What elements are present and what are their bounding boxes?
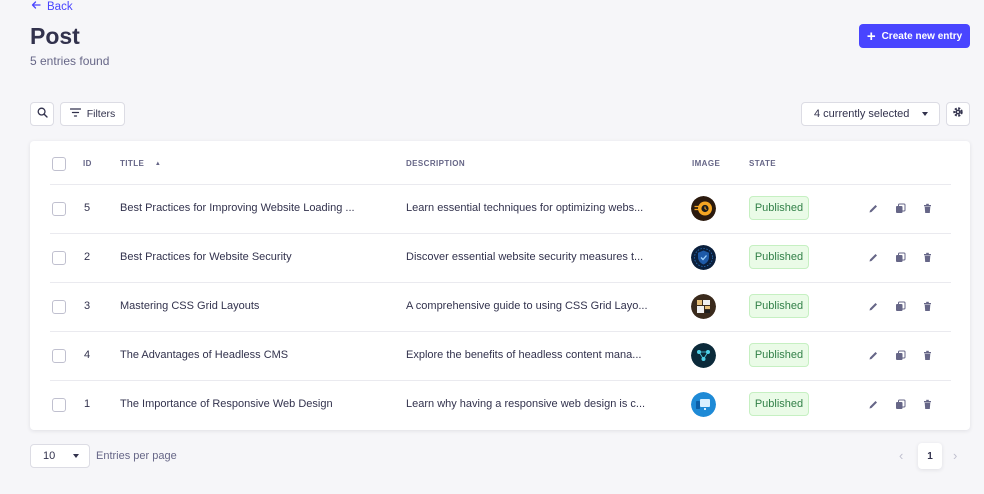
duplicate-icon[interactable] [893,250,907,264]
edit-icon[interactable] [866,397,880,411]
devices-icon [691,392,716,417]
row-title: The Advantages of Headless CMS [120,349,289,361]
row-description: Learn essential techniques for optimizin… [406,202,644,214]
row-title: Mastering CSS Grid Layouts [120,300,260,312]
row-divider [50,380,951,381]
row-title: Best Practices for Website Security [120,251,292,263]
row-id: 3 [84,300,91,312]
entries-per-page-select[interactable]: 10 [30,444,90,468]
arrow-left-icon [31,0,41,13]
chevron-down-icon [922,112,928,116]
back-link[interactable]: Back [31,0,73,13]
row-divider [50,331,951,332]
edit-icon[interactable] [866,250,880,264]
grid-layout-icon [691,294,716,319]
back-link-label: Back [47,0,73,13]
gear-icon [952,105,964,123]
row-id: 5 [84,202,91,214]
displayed-columns-value: 4 currently selected [814,108,910,120]
trash-icon[interactable] [920,397,934,411]
trash-icon[interactable] [920,250,934,264]
displayed-columns-select[interactable]: 4 currently selected [801,102,940,126]
column-header-title-label: TITLE [120,159,145,168]
plus-icon: + [866,27,876,45]
status-badge: Published [749,343,809,367]
row-checkbox[interactable] [52,251,66,265]
chevron-down-icon [73,454,79,458]
trash-icon[interactable] [920,348,934,362]
create-new-entry-label: Create new entry [881,30,963,42]
column-header-title[interactable]: TITLE ▲ [120,159,161,168]
row-id: 1 [84,398,91,410]
status-badge: Published [749,294,809,318]
column-header-id[interactable]: ID [83,159,92,168]
trash-icon[interactable] [920,299,934,313]
security-shield-icon [691,245,716,270]
duplicate-icon[interactable] [893,397,907,411]
sort-ascending-icon: ▲ [154,161,162,167]
create-new-entry-button[interactable]: + Create new entry [859,24,970,48]
row-id: 4 [84,349,91,361]
select-all-checkbox[interactable] [52,157,66,171]
network-nodes-icon [691,343,716,368]
row-id: 2 [84,251,91,263]
row-description: Learn why having a responsive web design… [406,398,646,410]
row-description: Explore the benefits of headless content… [406,349,642,361]
column-header-state: STATE [749,159,777,168]
row-title: The Importance of Responsive Web Design [120,398,333,410]
next-page-icon[interactable]: › [953,448,957,463]
column-header-image: IMAGE [692,159,721,168]
status-badge: Published [749,196,809,220]
trash-icon[interactable] [920,201,934,215]
row-divider [50,184,951,185]
page-title: Post [30,23,80,49]
duplicate-icon[interactable] [893,299,907,313]
edit-icon[interactable] [866,201,880,215]
row-checkbox[interactable] [52,202,66,216]
duplicate-icon[interactable] [893,201,907,215]
row-checkbox[interactable] [52,398,66,412]
page-number-button[interactable]: 1 [918,443,942,469]
row-divider [50,282,951,283]
row-checkbox[interactable] [52,300,66,314]
entries-count: 5 entries found [30,54,110,68]
entries-per-page-value: 10 [43,450,56,462]
search-icon [37,105,48,123]
edit-icon[interactable] [866,299,880,313]
status-badge: Published [749,392,809,416]
previous-page-icon[interactable]: ‹ [899,448,903,463]
row-title: Best Practices for Improving Website Loa… [120,202,355,214]
row-description: A comprehensive guide to using CSS Grid … [406,300,648,312]
column-header-description[interactable]: DESCRIPTION [406,159,465,168]
settings-button[interactable] [946,102,970,126]
entries-per-page-label: Entries per page [96,450,177,462]
edit-icon[interactable] [866,348,880,362]
row-description: Discover essential website security meas… [406,251,644,263]
search-button[interactable] [30,102,54,126]
clock-speed-icon [691,196,716,221]
filters-button[interactable]: Filters [60,102,125,126]
duplicate-icon[interactable] [893,348,907,362]
row-divider [50,233,951,234]
filter-icon [69,108,81,120]
filters-label: Filters [86,108,116,120]
status-badge: Published [749,245,809,269]
row-checkbox[interactable] [52,349,66,363]
